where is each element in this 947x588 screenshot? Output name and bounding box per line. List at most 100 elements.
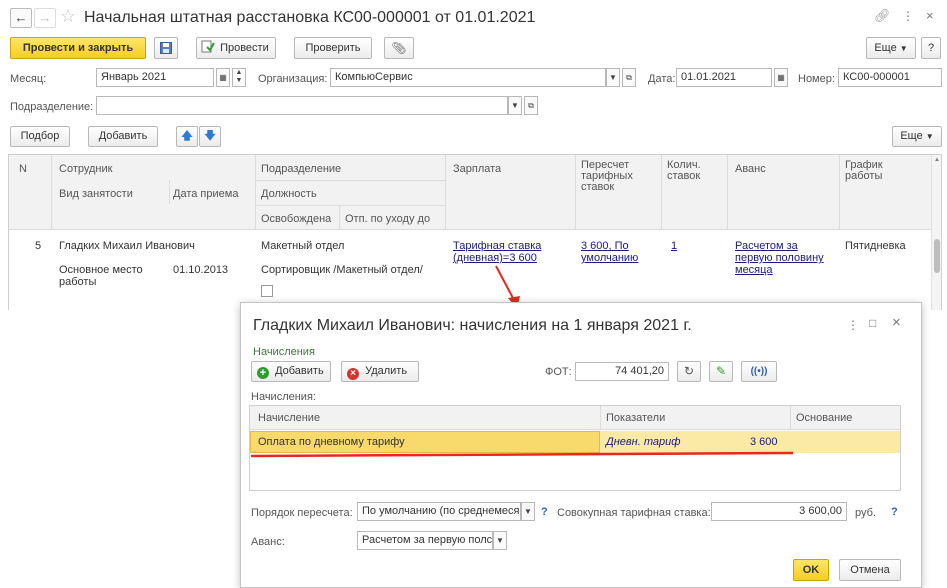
forward-button[interactable]: → [34,8,56,28]
ok-button[interactable]: OK [793,559,829,581]
table-scrollbar[interactable]: ▲ [931,155,941,310]
post-button[interactable]: Провести [196,37,276,59]
total-rate-help-icon[interactable]: ? [891,506,898,518]
dialog-maximize-icon[interactable]: □ [869,316,876,330]
add-accrual-button[interactable]: + Добавить [251,361,331,382]
date-field[interactable]: 01.01.2021 [676,68,772,87]
move-up-button[interactable]: 🡅 [176,126,198,147]
close-icon[interactable]: × [926,8,934,23]
check-button[interactable]: Проверить [294,37,372,59]
date-calendar-button[interactable]: ▦ [774,68,788,87]
help-button[interactable]: ? [921,37,941,59]
row-salary-link[interactable]: Тарифная ставка (дневная)=3 600 [453,240,541,264]
col-employee[interactable]: Сотрудник [59,163,112,175]
col-recalc[interactable]: Пересчет тарифных ставок [581,160,633,193]
number-field[interactable]: КС00-000001 [838,68,942,87]
indicator-value: 3 600 [750,436,778,448]
recalc-help-icon[interactable]: ? [541,506,548,518]
arrow-right-icon: → [38,10,52,25]
delete-accrual-button[interactable]: × Удалить [341,361,419,382]
menu-dots-icon[interactable]: ⋮ [902,9,914,23]
month-spinner[interactable]: ▲ ▼ [232,68,246,87]
attachment-button[interactable]: 📎︎ [384,37,414,59]
recalc-order-dropdown[interactable]: ▼ [521,502,535,521]
back-button[interactable]: ← [10,8,32,28]
chevron-down-icon: ▼ [496,536,504,545]
advance-field[interactable]: Расчетом за первую полс [357,531,493,550]
department-open-button[interactable]: ⧉ [524,96,538,115]
link-icon[interactable]: 🔗︎ [874,8,891,24]
calendar-icon: ▦ [219,73,227,82]
spin-up-icon: ▲ [235,69,243,76]
recalc-order-field[interactable]: По умолчанию (по среднемеся [357,502,521,521]
table-row[interactable]: 5 Гладких Михаил Иванович Основное место… [9,230,931,310]
chevron-down-icon: ▼ [524,507,532,516]
spin-down-icon: ▼ [235,77,243,84]
fot-field[interactable]: 74 401,20 [575,362,669,381]
col-department[interactable]: Подразделение [261,163,341,175]
dialog-menu-icon[interactable]: ⋮ [847,318,859,332]
chevron-down-icon: ▼ [511,101,519,110]
col-advance[interactable]: Аванс [735,163,766,175]
row-count-link[interactable]: 1 [671,240,677,252]
table-more-button[interactable]: Еще ▼ [892,126,942,147]
scroll-thumb[interactable] [934,239,940,273]
add-row-button[interactable]: Добавить [88,126,158,147]
scroll-up-icon[interactable]: ▲ [934,157,940,163]
department-dropdown-button[interactable]: ▼ [508,96,522,115]
row-released-checkbox[interactable] [261,285,273,297]
more-button[interactable]: Еще ▼ [866,37,916,59]
col-basis[interactable]: Основание [796,412,852,424]
month-field[interactable]: Январь 2021 [96,68,214,87]
organization-dropdown-button[interactable]: ▼ [606,68,620,87]
dialog-close-icon[interactable]: × [892,314,901,331]
col-position[interactable]: Должность [261,188,317,200]
row-recalc-link[interactable]: 3 600, По умолчанию [581,240,638,264]
col-count-line2: ставок [667,170,701,182]
col-parental-leave[interactable]: Отп. по уходу до [345,213,430,225]
post-and-close-button[interactable]: Провести и закрыть [10,37,146,59]
delete-circle-icon: × [347,368,359,380]
accruals-dialog: Гладких Михаил Иванович: начисления на 1… [240,302,922,588]
col-accrual[interactable]: Начисление [258,412,320,424]
refresh-button[interactable]: ↻ [677,361,701,382]
advance-label: Аванс: [251,536,285,548]
department-field[interactable] [96,96,508,115]
move-down-button[interactable]: 🡇 [199,126,221,147]
col-count[interactable]: Колич. ставок [667,160,701,182]
row-employment-type-line1: Основное место [59,264,143,276]
post-label: Провести [220,42,269,54]
save-button[interactable] [154,37,178,59]
col-salary[interactable]: Зарплата [453,163,501,175]
fot-label: ФОТ: [545,366,572,378]
month-calendar-button[interactable]: ▦ [216,68,230,87]
organization-label: Организация: [258,73,328,85]
broadcast-button[interactable]: ((•)) [741,361,777,382]
advance-dropdown[interactable]: ▼ [493,531,507,550]
row-employment-type: Основное место работы [59,264,143,288]
row-n: 5 [35,240,42,252]
total-rate-field[interactable]: 3 600,00 [711,502,847,521]
chevron-down-icon: ▼ [925,132,934,141]
col-schedule-line2: работы [845,170,883,182]
cancel-button[interactable]: Отмена [839,559,901,581]
edit-button[interactable]: ✎ [709,361,733,382]
row-hire-date: 01.10.2013 [173,264,229,276]
main-window: ← → ☆ Начальная штатная расстановка КС00… [0,0,947,310]
select-button[interactable]: Подбор [10,126,70,147]
chevron-down-icon: ▼ [609,73,617,82]
number-label: Номер: [798,73,835,85]
favorite-star-icon[interactable]: ☆ [60,6,76,26]
col-released[interactable]: Освобождена [261,213,331,225]
col-schedule[interactable]: График работы [845,160,883,182]
col-employment-type[interactable]: Вид занятости [59,188,133,200]
row-advance-link[interactable]: Расчетом за первую половину месяца [735,240,824,276]
row-salary-line1: Тарифная ставка [453,240,542,252]
col-n[interactable]: N [19,163,27,175]
col-indicators[interactable]: Показатели [606,412,665,424]
row-employment-type-line2: работы [59,276,97,288]
organization-open-button[interactable]: ⧉ [622,68,636,87]
open-icon: ⧉ [528,101,534,110]
organization-field[interactable]: КомпьюСервис [330,68,606,87]
col-hire-date[interactable]: Дата приема [173,188,238,200]
